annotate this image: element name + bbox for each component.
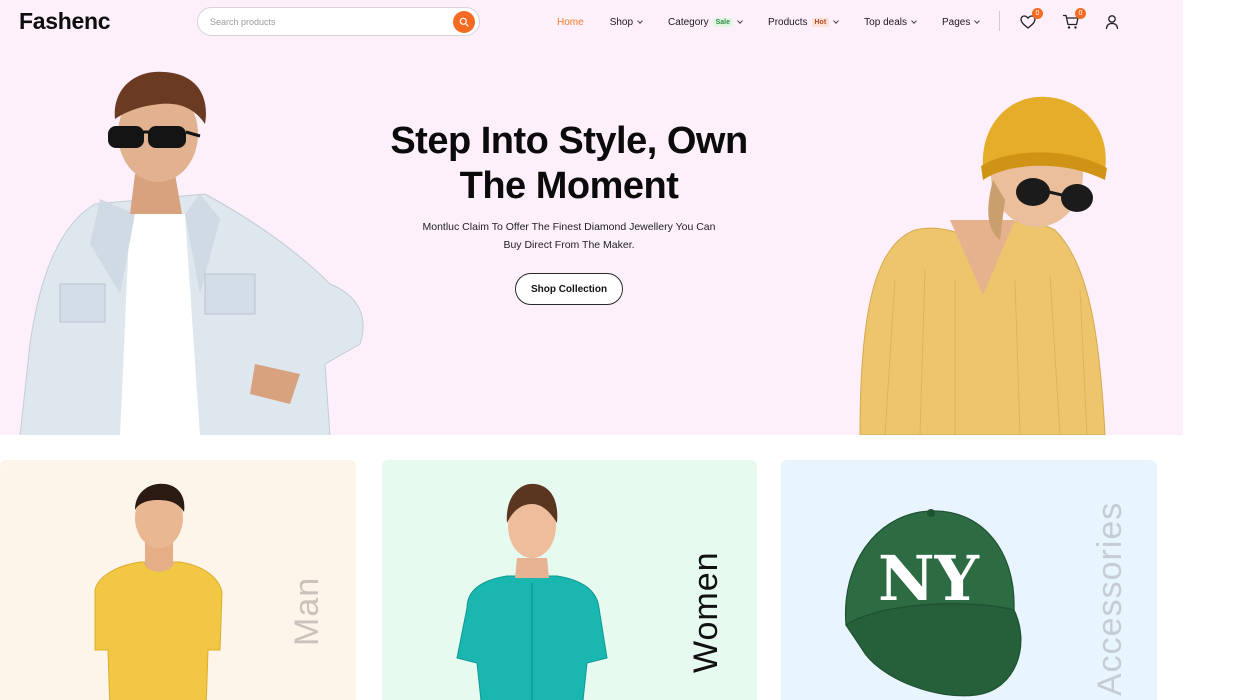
category-label: Accessories — [1091, 501, 1129, 696]
search-bar — [197, 7, 480, 36]
hero-subtitle-line: Buy Direct From The Maker. — [503, 239, 635, 251]
nav-shop[interactable]: Shop — [609, 16, 643, 28]
hero-title: Step Into Style, Own The Moment — [350, 119, 788, 209]
category-women-image — [456, 483, 608, 700]
user-icon — [1105, 15, 1119, 30]
chevron-down-icon — [637, 17, 643, 24]
category-man-image — [94, 483, 223, 700]
nav-top-deals[interactable]: Top deals — [864, 16, 917, 28]
nav-label: Category — [668, 16, 709, 28]
chevron-down-icon — [911, 17, 917, 24]
nav-category[interactable]: Category Sale — [668, 16, 743, 28]
search-input[interactable] — [210, 14, 440, 30]
hero-title-line: The Moment — [459, 165, 679, 207]
svg-text:NY: NY — [878, 542, 980, 615]
nav-label: Shop — [609, 16, 634, 28]
chevron-down-icon — [737, 17, 743, 24]
chevron-down-icon — [833, 17, 840, 24]
hero-subtitle: Montluc Claim To Offer The Finest Diamon… — [399, 218, 739, 254]
nav-pages[interactable]: Pages — [941, 16, 981, 28]
nav-label: Products — [768, 16, 808, 28]
hero-title-line: Step Into Style, Own — [390, 120, 748, 162]
category-accessories-image: NY — [844, 509, 1022, 697]
hero-subtitle-line: Montluc Claim To Offer The Finest Diamon… — [422, 221, 716, 233]
nav-products[interactable]: Products Hot — [768, 16, 840, 28]
search-button[interactable] — [453, 11, 475, 33]
nav-label: Pages — [941, 16, 971, 28]
header: Fashenc Home Shop Category Sale — [0, 0, 1183, 46]
shop-collection-button[interactable]: Shop Collection — [515, 273, 623, 305]
category-label: Man — [288, 576, 326, 646]
logo[interactable]: Fashenc — [19, 8, 111, 35]
page: Fashenc Home Shop Category Sale — [0, 0, 1183, 700]
header-divider — [999, 11, 1000, 31]
category-card-accessories[interactable]: NY Accessories — [781, 460, 1157, 700]
nav-label: Top deals — [864, 16, 907, 28]
category-card-man[interactable]: Man — [0, 460, 356, 700]
nav-home[interactable]: Home — [557, 17, 584, 28]
sale-badge: Sale — [712, 17, 734, 27]
category-card-women[interactable]: Women — [382, 460, 757, 700]
main-nav: Home Shop Category Sale Products Hot Top… — [557, 14, 981, 30]
wishlist-count-badge: 0 — [1032, 8, 1043, 19]
hero-model-man-image — [19, 71, 364, 435]
hero-model-woman-image — [859, 96, 1107, 435]
hero-banner: Step Into Style, Own The Moment Montluc … — [0, 46, 1183, 435]
category-label: Women — [687, 551, 725, 673]
cart-button[interactable]: 0 — [1062, 8, 1086, 31]
chevron-down-icon — [974, 17, 981, 24]
hot-badge: Hot — [811, 17, 830, 27]
account-button[interactable] — [1103, 13, 1121, 31]
nav-label: Home — [557, 16, 584, 28]
search-icon — [459, 17, 469, 27]
wishlist-button[interactable]: 0 — [1019, 8, 1043, 31]
cart-count-badge: 0 — [1075, 8, 1086, 19]
